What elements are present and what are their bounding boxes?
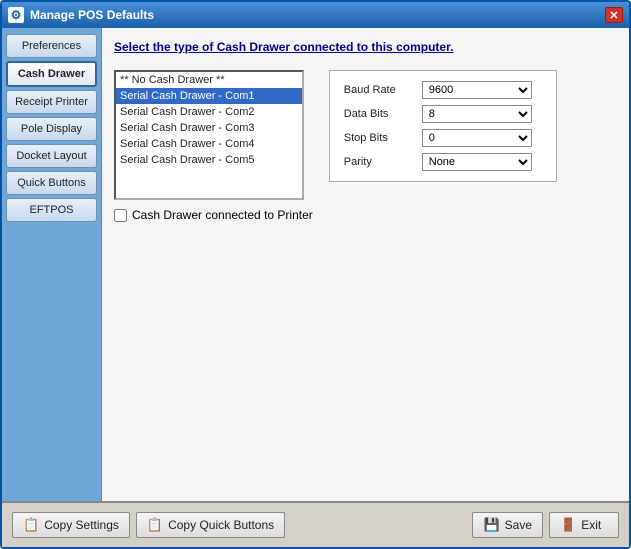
sidebar-item-cash-drawer[interactable]: Cash Drawer [6,61,97,87]
data-bits-label: Data Bits [344,108,414,120]
title-bar-left: ⚙ Manage POS Defaults [8,7,154,23]
copy-quick-buttons-button[interactable]: 📋 Copy Quick Buttons [136,512,285,538]
exit-button[interactable]: 🚪 Exit [549,512,619,538]
copy-settings-icon: 📋 [23,517,39,533]
cash-drawer-printer-checkbox[interactable] [114,209,127,222]
checkbox-row: Cash Drawer connected to Printer [114,208,313,222]
close-button[interactable]: ✕ [605,7,623,23]
content-title: Select the type of Cash Drawer connected… [114,40,617,54]
window-body: Preferences Cash Drawer Receipt Printer … [2,28,629,501]
footer: 📋 Copy Settings 📋 Copy Quick Buttons 💾 S… [2,501,629,547]
main-window: ⚙ Manage POS Defaults ✕ Preferences Cash… [0,0,631,549]
baud-rate-select[interactable]: 9600 [422,81,532,99]
parity-select[interactable]: None [422,153,532,171]
window-icon: ⚙ [8,7,24,23]
data-bits-select[interactable]: 8 [422,105,532,123]
title-bar: ⚙ Manage POS Defaults ✕ [2,2,629,28]
exit-icon: 🚪 [560,517,576,533]
exit-label: Exit [581,518,601,532]
stop-bits-select[interactable]: 0 [422,129,532,147]
baud-rate-label: Baud Rate [344,84,414,96]
copy-quick-buttons-icon: 📋 [147,517,163,533]
copy-settings-label: Copy Settings [44,518,119,532]
list-item[interactable]: Serial Cash Drawer - Com4 [116,136,302,152]
sidebar-item-pole-display[interactable]: Pole Display [6,117,97,141]
list-item[interactable]: Serial Cash Drawer - Com2 [116,104,302,120]
list-item[interactable]: ** No Cash Drawer ** [116,72,302,88]
settings-panel: Baud Rate 9600 Data Bits 8 Stop Bits 0 P… [329,70,557,182]
list-item[interactable]: Serial Cash Drawer - Com3 [116,120,302,136]
copy-settings-button[interactable]: 📋 Copy Settings [12,512,130,538]
sidebar-item-preferences[interactable]: Preferences [6,34,97,58]
sidebar-item-quick-buttons[interactable]: Quick Buttons [6,171,97,195]
save-icon: 💾 [483,517,499,533]
sidebar-item-eftpos[interactable]: EFTPOS [6,198,97,222]
sidebar-item-docket-layout[interactable]: Docket Layout [6,144,97,168]
parity-label: Parity [344,156,414,168]
listbox-container: ** No Cash Drawer ** Serial Cash Drawer … [114,70,313,222]
window-title: Manage POS Defaults [30,8,154,22]
main-row: ** No Cash Drawer ** Serial Cash Drawer … [114,70,617,222]
list-item[interactable]: Serial Cash Drawer - Com1 [116,88,302,104]
sidebar-item-receipt-printer[interactable]: Receipt Printer [6,90,97,114]
save-label: Save [505,518,532,532]
list-item[interactable]: Serial Cash Drawer - Com5 [116,152,302,168]
save-button[interactable]: 💾 Save [472,512,543,538]
content-area: Select the type of Cash Drawer connected… [102,28,629,501]
stop-bits-label: Stop Bits [344,132,414,144]
copy-quick-buttons-label: Copy Quick Buttons [168,518,274,532]
cash-drawer-listbox[interactable]: ** No Cash Drawer ** Serial Cash Drawer … [114,70,304,200]
cash-drawer-printer-label: Cash Drawer connected to Printer [132,208,313,222]
sidebar: Preferences Cash Drawer Receipt Printer … [2,28,102,501]
